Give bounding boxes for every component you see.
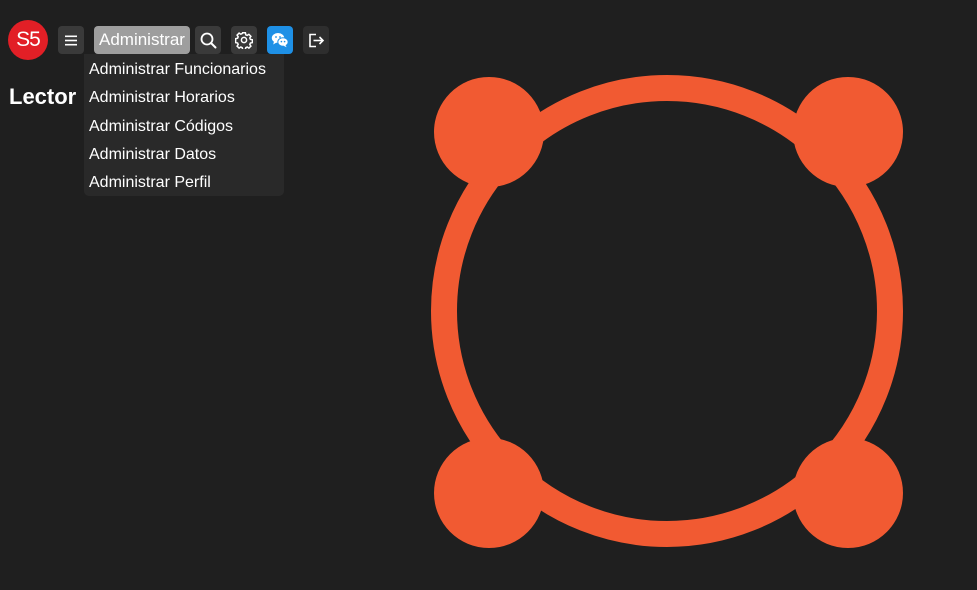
menu-button[interactable] [58,26,84,54]
wechat-icon [271,33,289,48]
settings-button[interactable] [231,26,257,54]
gear-icon [235,32,253,49]
administrar-dropdown-menu: Administrar Funcionarios Administrar Hor… [84,54,284,196]
page-title: Lector [9,84,77,109]
administrar-button[interactable]: Administrar [94,26,190,54]
search-button[interactable] [195,26,221,54]
app-logo[interactable]: S5 [8,20,48,60]
app-page: S5 Administrar Administrar Funcionarios … [0,0,977,590]
logout-icon [308,33,324,47]
search-icon [200,32,216,48]
hamburger-menu-icon [65,35,77,45]
menu-item-horarios[interactable]: Administrar Horarios [84,84,284,112]
chat-button[interactable] [267,26,293,54]
menu-item-funcionarios[interactable]: Administrar Funcionarios [84,56,284,84]
menu-item-datos[interactable]: Administrar Datos [84,141,284,169]
logo-text: S5 [16,28,41,51]
menu-item-perfil[interactable]: Administrar Perfil [84,169,284,197]
administrar-label: Administrar [99,30,185,49]
connected-circle-emblem [431,75,903,548]
menu-item-codigos[interactable]: Administrar Códigos [84,113,284,141]
logout-button[interactable] [303,26,329,54]
